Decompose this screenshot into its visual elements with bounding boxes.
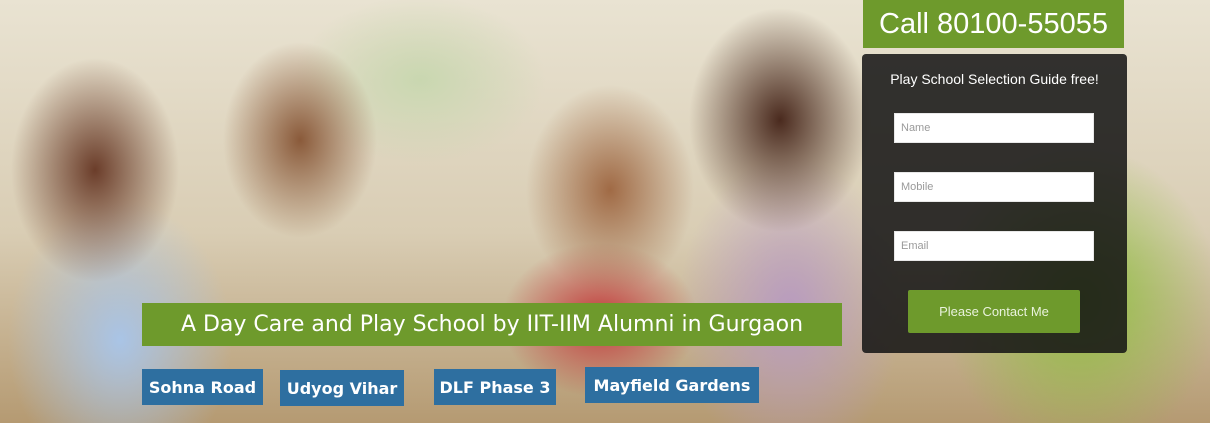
mobile-input[interactable] (894, 172, 1094, 202)
form-title: Play School Selection Guide free! (890, 71, 1099, 87)
location-mayfield-gardens[interactable]: Mayfield Gardens (585, 367, 759, 403)
location-udyog-vihar[interactable]: Udyog Vihar (280, 370, 404, 406)
headline-banner: A Day Care and Play School by IIT-IIM Al… (142, 303, 842, 346)
selection-guide-form: Play School Selection Guide free! Please… (862, 54, 1127, 353)
hero-banner: Call 80100-55055 Play School Selection G… (0, 0, 1210, 423)
location-sohna-road[interactable]: Sohna Road (142, 369, 263, 405)
please-contact-me-button[interactable]: Please Contact Me (908, 290, 1080, 333)
call-phone-banner[interactable]: Call 80100-55055 (863, 0, 1124, 48)
name-input[interactable] (894, 113, 1094, 143)
email-input[interactable] (894, 231, 1094, 261)
location-dlf-phase-3[interactable]: DLF Phase 3 (434, 369, 556, 405)
